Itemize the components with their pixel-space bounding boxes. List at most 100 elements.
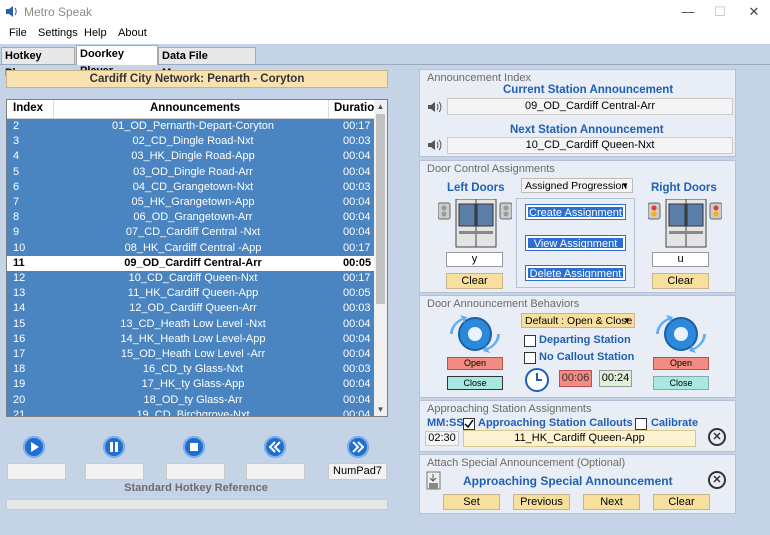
minimize-button[interactable]: — [676, 2, 700, 22]
special-set-button[interactable]: Set [443, 494, 500, 510]
tab-hotkey-player[interactable]: Hotkey Player [1, 47, 75, 79]
list-item[interactable]: 13 11_HK_Cardiff Queen-App 00:05 [7, 286, 374, 301]
speaker-icon[interactable] [427, 100, 443, 114]
list-item[interactable]: 11 09_OD_Cardiff Central-Arr 00:05 [7, 255, 374, 271]
list-item[interactable]: 2 01_OD_Pernarth-Depart-Coryton 00:17 [7, 119, 374, 134]
stop-button[interactable] [183, 436, 205, 458]
current-station-field: 09_OD_Cardiff Central-Arr [447, 98, 733, 115]
special-clear-icon[interactable]: ✕ [708, 471, 726, 489]
next-station-field: 10_CD_Cardiff Queen-Nxt [447, 137, 733, 154]
right-open-button[interactable]: Open [653, 357, 709, 370]
left-door-clear-button[interactable]: Clear [446, 273, 503, 289]
row-announcement: 16_CD_ty Glass-Nxt [142, 363, 244, 376]
list-item[interactable]: 16 14_HK_Heath Low Level-App 00:04 [7, 332, 374, 347]
list-item[interactable]: 3 02_CD_Dingle Road-Nxt 00:03 [7, 134, 374, 149]
menu-help[interactable]: Help [84, 27, 107, 39]
header-duration[interactable]: Duratio [334, 102, 374, 114]
special-title: Attach Special Announcement (Optional) [427, 457, 626, 469]
approaching-time-field[interactable]: 02:30 [425, 431, 459, 446]
create-assignment-button[interactable]: Create Assignment [525, 204, 626, 220]
play-button[interactable] [23, 436, 45, 458]
approaching-clear-icon[interactable]: ✕ [708, 428, 726, 446]
row-announcement: 19_CD_Birchgrove-Nxt [136, 408, 250, 417]
list-item[interactable]: 7 05_HK_Grangetown-App 00:04 [7, 195, 374, 210]
right-door-key-field[interactable]: u [652, 252, 709, 267]
calibrate-checkbox[interactable] [635, 418, 647, 430]
approaching-value-field: 11_HK_Cardiff Queen-App [463, 430, 696, 447]
tab-doorkey-player[interactable]: Doorkey Player [76, 45, 158, 77]
delete-assignment-button[interactable]: Delete Assignment [525, 265, 626, 281]
attach-file-icon[interactable] [425, 471, 443, 491]
row-announcement: 15_OD_Heath Low Level -Arr [120, 348, 266, 360]
row-index: 20 [13, 393, 26, 406]
left-open-button[interactable]: Open [447, 357, 503, 370]
pause-button[interactable] [103, 436, 125, 458]
window-title: Metro Speak [24, 5, 93, 19]
row-announcement: 11_HK_Cardiff Queen-App [127, 287, 259, 300]
current-station-label: Current Station Announcement [503, 84, 674, 96]
hotkey-box-pause[interactable] [85, 463, 144, 480]
scroll-up-icon[interactable]: ▲ [374, 100, 387, 113]
network-title: Cardiff City Network: Penarth - Coryton [6, 70, 388, 88]
list-item[interactable]: 14 12_OD_Cardiff Queen-Arr 00:03 [7, 301, 374, 316]
next-station-label: Next Station Announcement [510, 124, 664, 136]
door-behaviors-group: Door Announcement Behaviors Default : Op… [419, 295, 736, 398]
scroll-thumb[interactable] [376, 114, 385, 304]
list-scrollbar[interactable]: ▲ ▼ [374, 100, 387, 416]
list-item[interactable]: 5 03_OD_Dingle Road-Arr 00:04 [7, 165, 374, 180]
next-button[interactable] [347, 436, 369, 458]
list-item[interactable]: 21 19_CD_Birchgrove-Nxt 00:04 [7, 408, 374, 417]
tab-strip: Hotkey Player Doorkey Player Data File M… [0, 44, 770, 79]
maximize-button[interactable]: ☐ [708, 2, 732, 22]
scroll-down-icon[interactable]: ▼ [374, 403, 387, 416]
menu-about[interactable]: About [118, 27, 147, 39]
behavior-mode-dropdown[interactable]: Default : Open & Close ▼ [521, 313, 635, 328]
view-assignment-button[interactable]: View Assignment [525, 235, 626, 251]
header-announcements[interactable]: Announcements [150, 102, 240, 114]
row-announcement: 07_CD_Cardiff Central -Nxt [125, 226, 261, 239]
list-item[interactable]: 12 10_CD_Cardiff Queen-Nxt 00:17 [7, 271, 374, 286]
right-door-clear-button[interactable]: Clear [652, 273, 709, 289]
speaker-icon[interactable] [427, 138, 443, 152]
menu-bar: File Settings Help About [0, 24, 770, 44]
row-duration: 00:04 [343, 408, 371, 417]
hotkey-box-previous[interactable] [246, 463, 305, 480]
special-previous-button[interactable]: Previous [513, 494, 570, 510]
departing-station-checkbox[interactable] [524, 335, 536, 347]
announcement-list[interactable]: Index Announcements Duratio 2 01_OD_Perna… [6, 99, 388, 417]
list-item[interactable]: 15 13_CD_Heath Low Level -Nxt 00:04 [7, 317, 374, 332]
special-clear-button[interactable]: Clear [653, 494, 710, 510]
list-item[interactable]: 18 16_CD_ty Glass-Nxt 00:03 [7, 362, 374, 377]
door-time-b-field[interactable]: 00:24 [599, 370, 632, 387]
no-callout-checkbox[interactable] [524, 352, 536, 364]
list-item[interactable]: 19 17_HK_ty Glass-App 00:04 [7, 377, 374, 392]
menu-settings[interactable]: Settings [38, 27, 78, 39]
list-item[interactable]: 4 03_HK_Dingle Road-App 00:04 [7, 149, 374, 164]
list-item[interactable]: 10 08_HK_Cardiff Central -App 00:17 [7, 241, 374, 256]
list-item[interactable]: 20 18_OD_ty Glass-Arr 00:04 [7, 393, 374, 408]
list-item[interactable]: 6 04_CD_Grangetown-Nxt 00:03 [7, 180, 374, 195]
left-door-key-field[interactable]: y [446, 252, 503, 267]
list-item[interactable]: 8 06_OD_Grangetown-Arr 00:04 [7, 210, 374, 225]
header-index[interactable]: Index [13, 102, 43, 114]
left-close-button[interactable]: Close [447, 376, 503, 390]
previous-button[interactable] [264, 436, 286, 458]
left-door-cycle-icon [450, 315, 500, 353]
row-duration: 00:04 [343, 150, 371, 163]
menu-file[interactable]: File [9, 27, 27, 39]
list-item[interactable]: 9 07_CD_Cardiff Central -Nxt 00:04 [7, 225, 374, 240]
right-close-button[interactable]: Close [653, 376, 709, 390]
door-time-a-field[interactable]: 00:06 [559, 370, 592, 387]
special-next-button[interactable]: Next [583, 494, 640, 510]
tab-data-file-manager[interactable]: Data File Manager [158, 47, 256, 79]
hotkey-box-next[interactable]: NumPad7 [328, 463, 387, 480]
list-item[interactable]: 17 15_OD_Heath Low Level -Arr 00:04 [7, 347, 374, 362]
door-control-title: Door Control Assignments [427, 163, 555, 175]
assignment-mode-dropdown[interactable]: Assigned Progression ▼ [521, 178, 633, 193]
approaching-callouts-checkbox[interactable] [463, 418, 475, 430]
row-index: 19 [13, 378, 26, 391]
hotkey-box-play[interactable] [7, 463, 66, 480]
hotkey-box-stop[interactable] [166, 463, 225, 480]
close-window-button[interactable]: ✕ [742, 2, 766, 22]
row-announcement: 18_OD_ty Glass-Arr [143, 393, 243, 406]
